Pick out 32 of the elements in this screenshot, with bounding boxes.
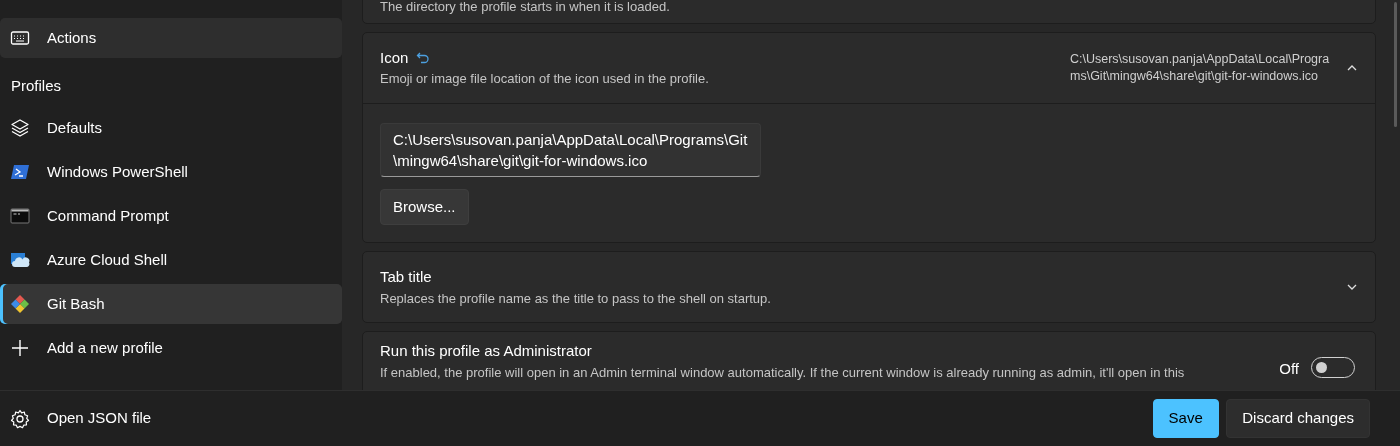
setting-description: Replaces the profile name as the title to pass to the shell on startup. bbox=[380, 289, 772, 308]
layers-icon bbox=[10, 118, 30, 138]
setting-title: Run this profile as Administrator bbox=[380, 341, 593, 361]
cloud-icon bbox=[10, 250, 30, 270]
settings-icon bbox=[10, 408, 30, 429]
powershell-icon bbox=[10, 162, 30, 182]
diamond-logo-icon bbox=[10, 294, 30, 314]
terminal-icon bbox=[10, 206, 30, 226]
setting-description: The directory the profile starts in when it is loaded. bbox=[380, 0, 671, 16]
setting-description: If enabled, the profile will open in an Admin terminal window automatically. If the current window is already running as admin, it'll open in this bbox=[380, 363, 1186, 382]
scrollbar[interactable] bbox=[1394, 2, 1397, 127]
keyboard-icon bbox=[10, 28, 30, 48]
toggle-state-label: Off bbox=[1279, 359, 1299, 379]
sidebar-item[interactable]: Defaults bbox=[0, 108, 342, 148]
discard-button[interactable]: Discard changes bbox=[1226, 399, 1370, 438]
setting-description: Emoji or image file location of the icon used in the profile. bbox=[380, 70, 710, 88]
sidebar-item[interactable]: Actions bbox=[0, 18, 342, 58]
setting-value: C:\Users\susovan.panja\AppData\Local\Programs\Git\mingw64\share\git\git-for-windows.ico bbox=[1070, 51, 1331, 84]
save-button[interactable]: Save bbox=[1152, 399, 1219, 438]
sidebar-item[interactable]: Azure Cloud Shell bbox=[0, 240, 342, 280]
sidebar-item[interactable]: Command Prompt bbox=[0, 196, 342, 236]
undo-icon[interactable] bbox=[415, 50, 430, 65]
sidebar-item[interactable]: Windows PowerShell bbox=[0, 152, 342, 192]
section-heading: Profiles bbox=[11, 75, 62, 96]
sidebar-item[interactable]: Git Bash bbox=[0, 284, 342, 324]
sidebar-item[interactable]: Add a new profile bbox=[0, 328, 342, 368]
icon-path-field[interactable]: C:\Users\susovan.panja\AppData\Local\Programs\Git\mingw64\share\git\git-for-windows.ico bbox=[380, 122, 761, 177]
sidebar-item[interactable]: Open JSON file bbox=[0, 398, 342, 439]
setting-title: Icon bbox=[380, 47, 409, 68]
plus-icon bbox=[10, 338, 30, 358]
setting-title: Tab title bbox=[380, 267, 432, 287]
browse-button[interactable]: Browse... bbox=[380, 188, 469, 225]
